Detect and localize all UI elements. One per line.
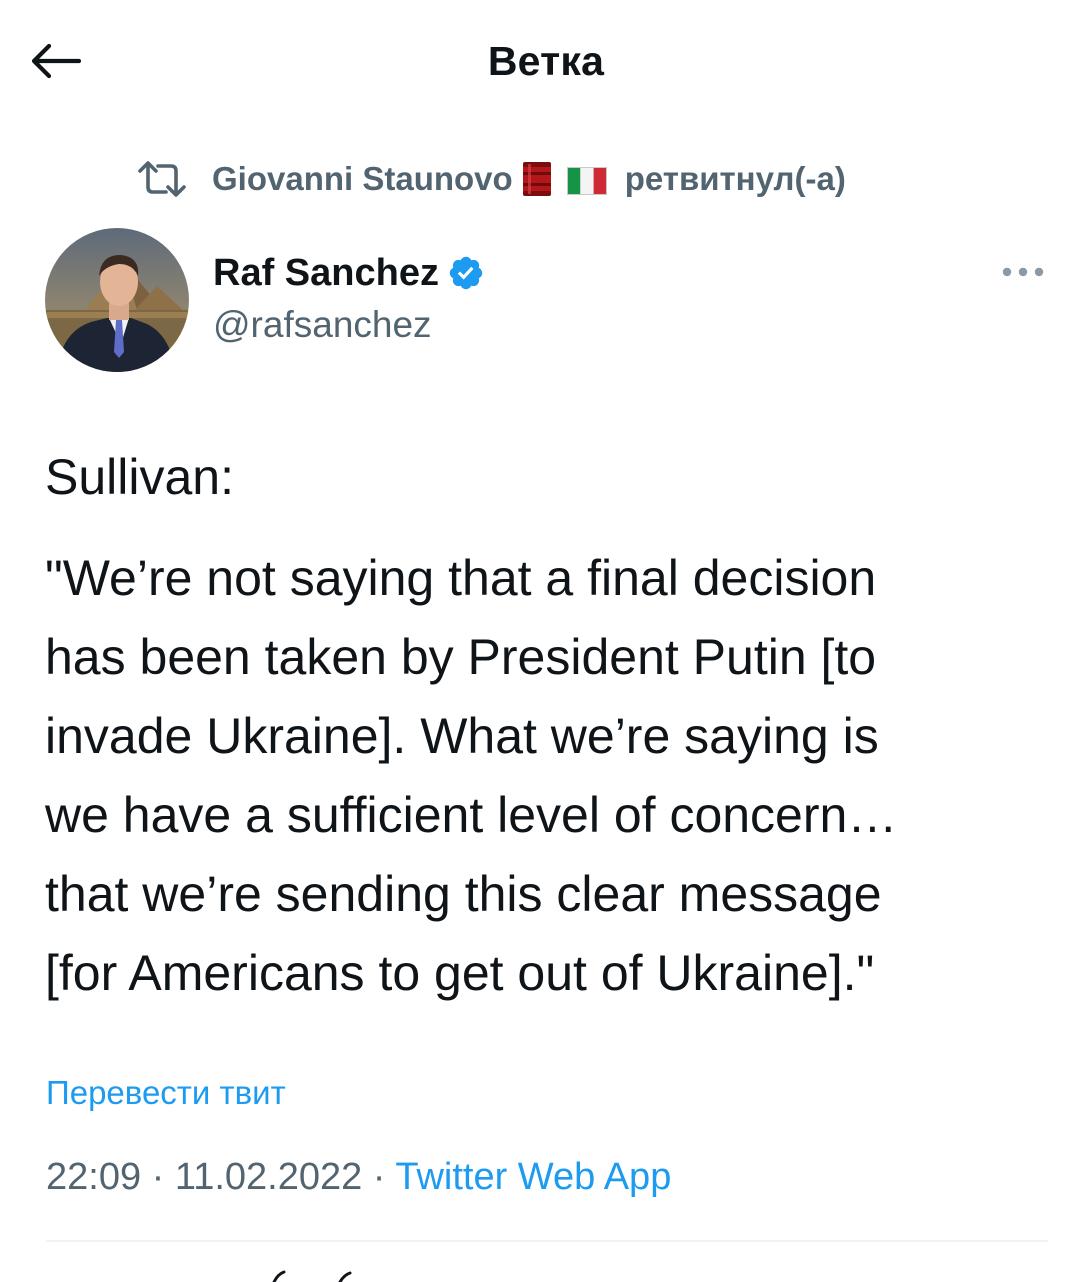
top-bar: Ветка bbox=[0, 0, 1092, 124]
tweet-line: [for Americans to get out of Ukraine]." bbox=[45, 945, 875, 1001]
italy-flag-icon bbox=[566, 165, 607, 195]
meta-separator: · bbox=[141, 1156, 175, 1198]
tweet-line: has been taken by President Putin [to bbox=[45, 629, 877, 685]
tweet-date: 11.02.2022 bbox=[174, 1156, 363, 1198]
meta-separator: · bbox=[362, 1156, 396, 1198]
author-block: Raf Sanchez @rafsanchez bbox=[213, 250, 485, 346]
tweet-intro: Sullivan: bbox=[45, 449, 234, 505]
more-dots-icon bbox=[1002, 267, 1044, 277]
verified-badge-icon bbox=[447, 254, 485, 292]
author-name[interactable]: Raf Sanchez bbox=[213, 252, 439, 295]
divider bbox=[46, 1240, 1048, 1242]
tweet-line: that we’re sending this clear message bbox=[45, 866, 882, 922]
translate-tweet-link[interactable]: Перевести твит bbox=[46, 1074, 286, 1112]
tweet-line: invade Ukraine]. What we’re saying is bbox=[45, 708, 879, 764]
retweet-label: ретвитнул(-а) bbox=[624, 160, 846, 197]
tweet-line: "We’re not saying that a final decision bbox=[45, 550, 877, 606]
more-options-button[interactable] bbox=[996, 252, 1050, 292]
oil-barrel-icon bbox=[521, 160, 553, 198]
page-title: Ветка bbox=[487, 38, 605, 84]
retweet-icon bbox=[138, 159, 186, 199]
tweet-text: Sullivan: "We’re not saying that a final… bbox=[45, 438, 1055, 1013]
tweet-source-link[interactable]: Twitter Web App bbox=[395, 1156, 671, 1198]
author-name-row: Raf Sanchez bbox=[213, 250, 485, 296]
author-handle[interactable]: @rafsanchez bbox=[213, 304, 485, 346]
retweet-context[interactable]: Giovanni Staunovo ретвитнул(-а) bbox=[138, 156, 846, 202]
avatar[interactable] bbox=[45, 228, 189, 372]
stats-row-peek bbox=[272, 1270, 352, 1282]
tweet-meta: 22:09 · 11.02.2022 · Twitter Web App bbox=[46, 1156, 671, 1199]
tweet-time: 22:09 bbox=[46, 1156, 142, 1198]
tweet-line: we have a sufficient level of concern… bbox=[45, 787, 898, 843]
retweeter-name[interactable]: Giovanni Staunovo bbox=[212, 160, 513, 198]
